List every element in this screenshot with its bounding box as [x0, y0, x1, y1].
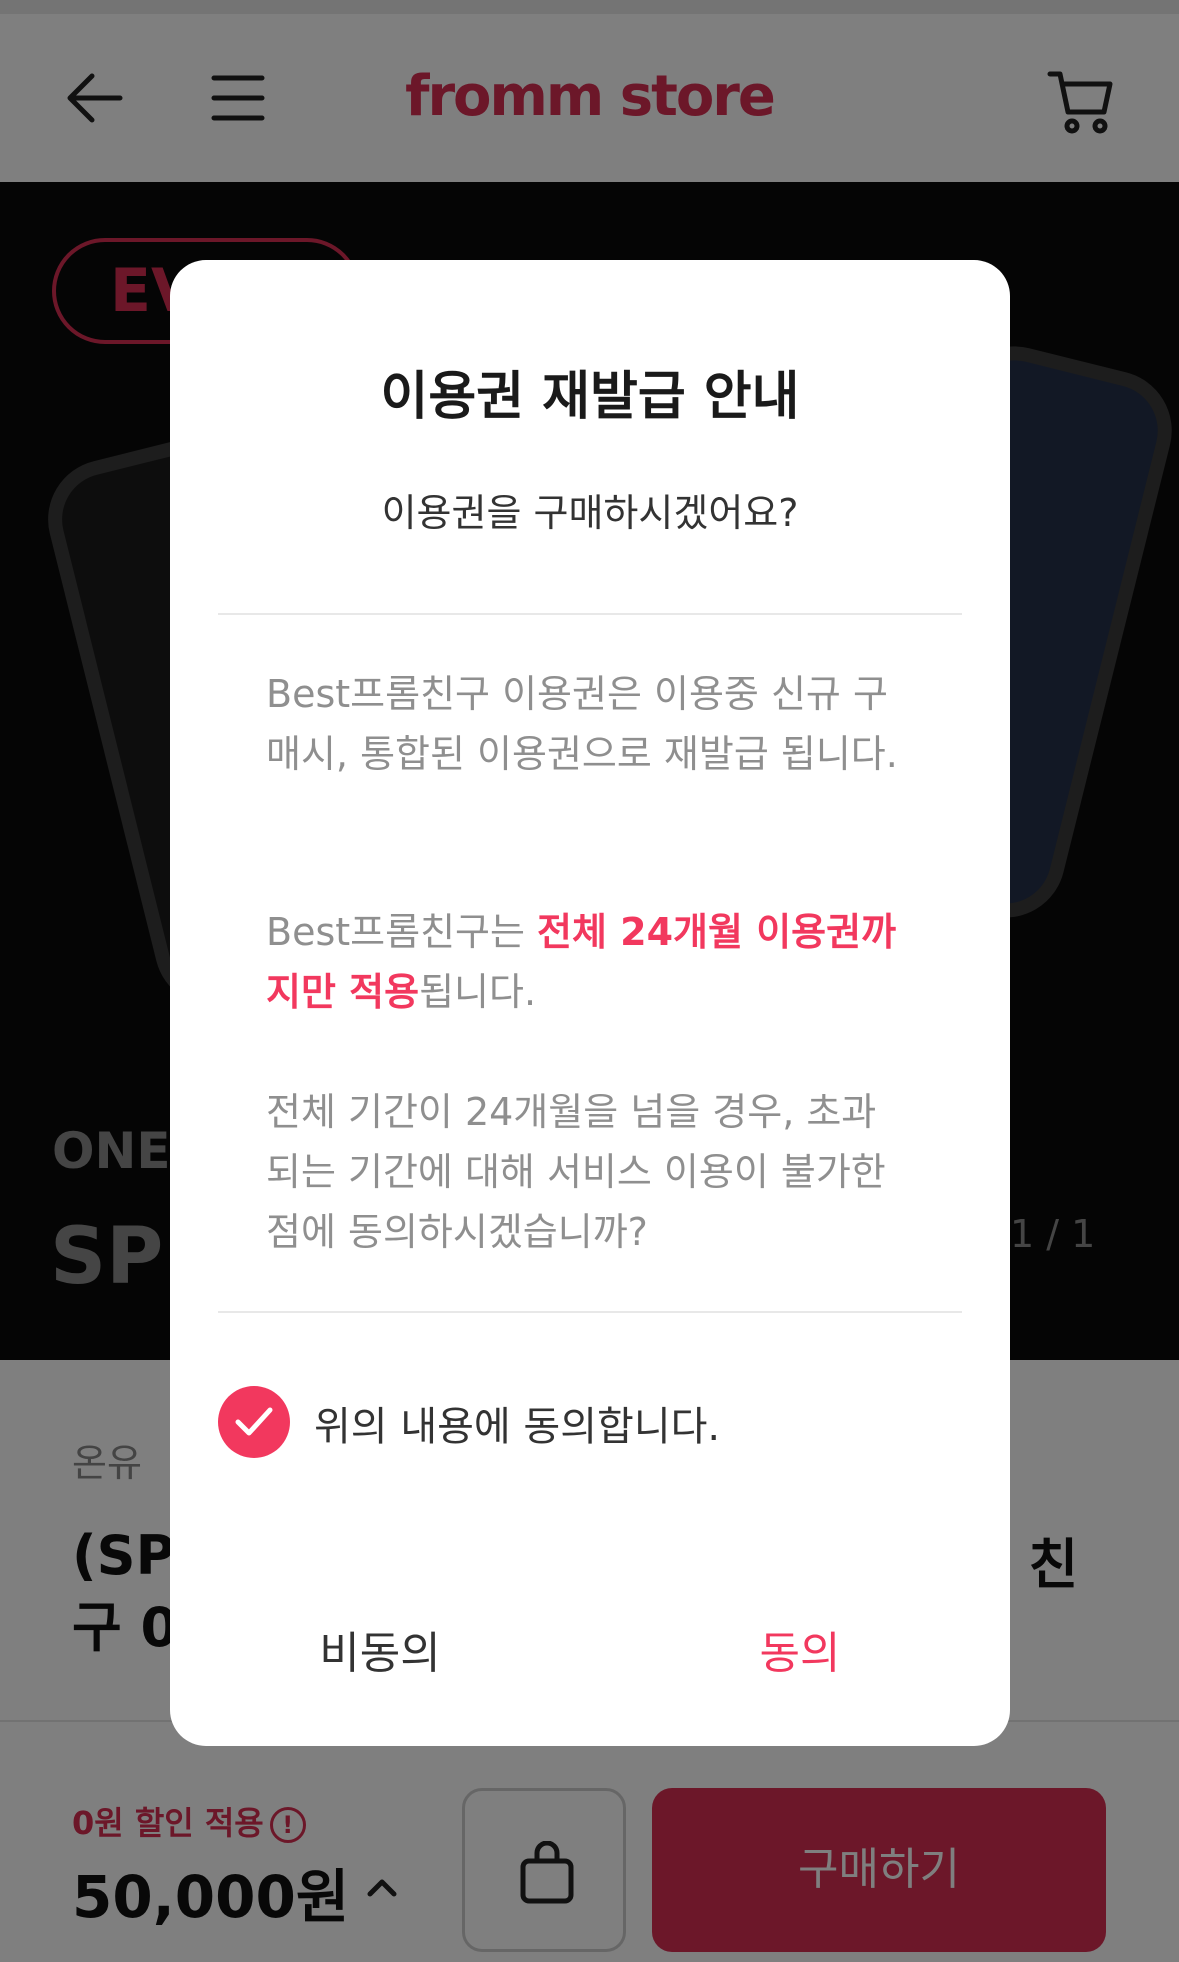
disagree-button[interactable]: 비동의 [170, 1604, 590, 1694]
checkmark-icon [235, 1407, 273, 1436]
agree-checkbox-row[interactable]: 위의 내용에 동의합니다. [218, 1386, 918, 1458]
reissue-dialog: 이용권 재발급 안내 이용권을 구매하시겠어요? Best프롬친구 이용권은 이… [170, 260, 1010, 1746]
paragraph-2-suffix: 됩니다. [419, 970, 537, 1014]
dialog-subtitle: 이용권을 구매하시겠어요? [381, 491, 799, 535]
divider [218, 1311, 962, 1313]
dialog-paragraph-2: Best프롬친구는 전체 24개월 이용권까지만 적용됩니다. [266, 902, 906, 1022]
paragraph-2-prefix: Best프롬친구는 [266, 910, 538, 954]
agree-checkbox[interactable] [218, 1386, 290, 1458]
divider [218, 613, 962, 615]
dialog-paragraph-1: Best프롬친구 이용권은 이용중 신규 구매시, 통합된 이용권으로 재발급 … [266, 672, 898, 776]
agree-label[interactable]: 위의 내용에 동의합니다. [314, 1394, 720, 1452]
dialog-title: 이용권 재발급 안내 [380, 367, 800, 427]
dialog-paragraph-3: 전체 기간이 24개월을 넘을 경우, 초과되는 기간에 대해 서비스 이용이 … [266, 1090, 886, 1254]
agree-button[interactable]: 동의 [590, 1604, 1010, 1694]
